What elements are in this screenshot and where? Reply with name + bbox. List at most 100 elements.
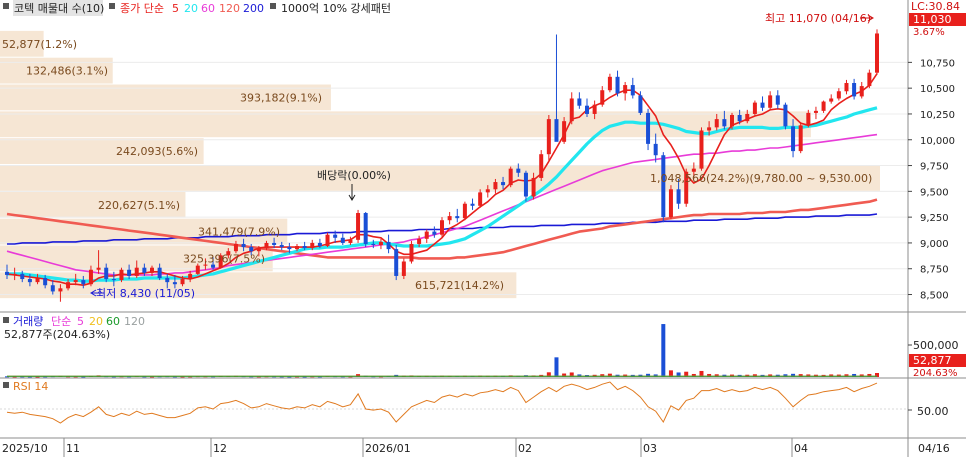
candle-body [844, 83, 849, 92]
x-label-02: 02 [518, 442, 532, 455]
candle-body [241, 243, 246, 248]
candle-body [119, 269, 124, 281]
candle-body [356, 213, 361, 240]
candle-body [829, 98, 834, 102]
candle-body [134, 267, 139, 276]
candle-body [791, 126, 796, 152]
candle-body [20, 273, 25, 280]
candle-body [569, 98, 574, 122]
candle-body [386, 241, 391, 250]
candle-body [195, 265, 200, 274]
candle-body [531, 177, 536, 197]
candle-body [249, 247, 254, 252]
legend-square-icon [109, 3, 115, 9]
candle-body [27, 279, 32, 283]
price-tick-label: 10,000 [920, 136, 955, 147]
candle-body [180, 279, 185, 285]
candle-body [806, 112, 811, 126]
candle-body [272, 242, 277, 245]
candle-body [592, 104, 597, 114]
high-annotation: 최고 11,070 (04/16) [765, 12, 871, 25]
candle-body [440, 220, 444, 235]
volume-profile-label: 220,627(5.1%) [98, 199, 180, 212]
price-tick-label: 9,250 [920, 213, 949, 224]
candle-body [615, 76, 620, 94]
pattern-label: 1000억 10% 강세패턴 [281, 2, 391, 15]
volume-ma-5: 5 [77, 315, 84, 328]
volume-tag-value: 52,877 [913, 354, 952, 367]
candle-body [256, 248, 261, 252]
candle-body [875, 33, 879, 73]
candle-body [455, 216, 460, 219]
stock-chart: 52,877(1.2%) 132,486(3.1%) 393,182(9.1%) 24… [0, 0, 966, 457]
volume-value: 52,877주(204.63%) [4, 328, 110, 341]
candle-body [35, 278, 40, 283]
candle-body [424, 231, 429, 239]
price-tick-label: 9,000 [920, 239, 949, 250]
candle-body [233, 243, 238, 252]
legend-square-icon [270, 3, 276, 9]
candle-body [165, 278, 170, 283]
candle-body [699, 130, 704, 169]
candle-body [783, 104, 788, 127]
x-label-2025-10: 2025/10 [2, 442, 48, 455]
candle-body [737, 114, 742, 122]
legend-ma-120: 120 [219, 2, 240, 15]
legend-square-icon [3, 317, 9, 323]
price-tick-label: 8,750 [920, 265, 949, 276]
price-tick-label: 8,500 [920, 291, 949, 302]
candle-body [775, 95, 780, 105]
candle-body [768, 95, 773, 108]
volume-profile-label: 615,721(14.2%) [415, 279, 504, 292]
candle-body [836, 91, 841, 99]
candle-body [485, 189, 490, 193]
candle-body [5, 271, 9, 275]
candle-body [508, 168, 513, 186]
candle-body [81, 280, 86, 285]
low-annotation: 최저 8,430 (11/05) [96, 287, 195, 300]
lc-label: LC:30.84 [911, 0, 960, 13]
x-label-12: 12 [213, 442, 227, 455]
volume-axis-label: 500,000 [913, 339, 959, 352]
candle-body [188, 273, 193, 280]
x-label-last-date: 04/16 [918, 442, 950, 455]
candle-body [417, 238, 422, 244]
candle-body [310, 242, 315, 249]
candle-body [623, 85, 628, 94]
candle-body [630, 85, 635, 96]
legend-ma-20: 20 [184, 2, 198, 15]
candle-body [394, 249, 399, 276]
dividend-annotation: 배당락(0.00%) [317, 169, 391, 182]
candle-body [73, 280, 78, 283]
candle-body [12, 273, 17, 275]
candle-body [821, 101, 826, 111]
candle-body [363, 213, 368, 244]
candle-body [730, 114, 734, 127]
x-label-04: 04 [794, 442, 808, 455]
candle-body [478, 192, 483, 206]
volume-axis: 500,000 52,877 204.63% [908, 339, 966, 379]
candle-body [798, 125, 803, 152]
candle-body [852, 83, 857, 97]
volume-profile-label: 52,877(1.2%) [2, 38, 77, 51]
legend-square-icon [3, 382, 9, 388]
candle-body [546, 119, 551, 155]
candle-body [287, 247, 292, 250]
x-label-2026-01: 2026/01 [365, 442, 411, 455]
candle-body [295, 246, 299, 250]
volume-title: 거래량 [13, 315, 43, 328]
candle-body [279, 244, 284, 248]
candle-body [88, 269, 93, 285]
legend-ma-200: 200 [243, 2, 264, 15]
candle-body [401, 261, 406, 276]
candle-body [600, 90, 605, 105]
candle-body [638, 95, 643, 113]
candle-body [539, 154, 544, 178]
candle-body [867, 72, 872, 87]
candle-body [859, 86, 864, 97]
candle-body [409, 243, 414, 262]
candle-body [371, 243, 376, 245]
candle-body [432, 231, 437, 235]
candle-body [646, 112, 651, 144]
x-label-03: 03 [643, 442, 657, 455]
